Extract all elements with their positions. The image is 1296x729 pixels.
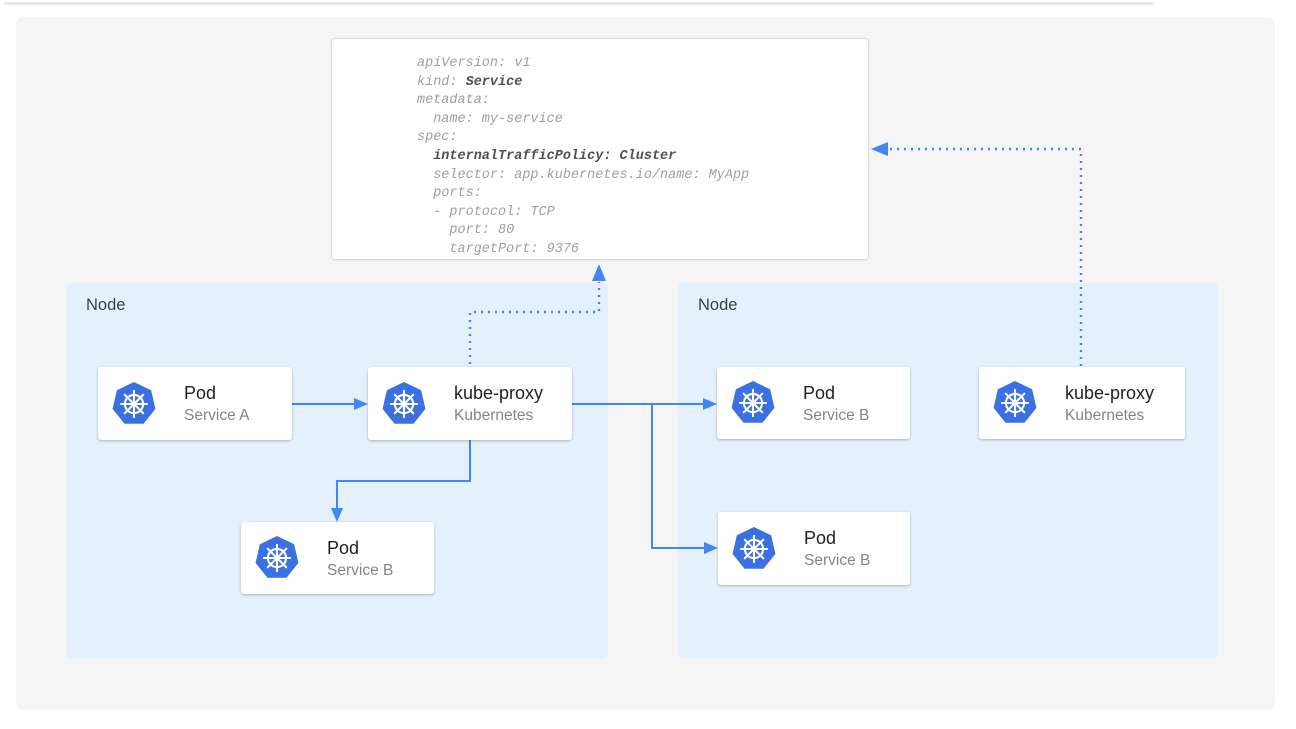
kubernetes-icon — [381, 381, 427, 427]
card-title: kube-proxy — [1065, 381, 1154, 405]
service-yaml-box: apiVersion: v1kind: Servicemetadata: nam… — [331, 38, 869, 260]
kubernetes-icon — [111, 381, 157, 427]
top-divider — [4, 2, 1154, 5]
card-subtitle: Service B — [804, 550, 870, 571]
kubernetes-icon — [992, 380, 1038, 426]
card-subtitle: Service B — [327, 560, 393, 581]
card-pod-service-b-right-bottom: Pod Service B — [718, 512, 910, 585]
card-kube-proxy-left: kube-proxy Kubernetes — [368, 367, 572, 440]
card-pod-service-b-right-top: Pod Service B — [717, 367, 910, 439]
card-title: Pod — [184, 381, 249, 405]
card-title: Pod — [803, 381, 869, 405]
yaml-code: apiVersion: v1kind: Servicemetadata: nam… — [332, 39, 868, 260]
card-title: Pod — [327, 536, 393, 560]
card-pod-service-b-left: Pod Service B — [241, 522, 434, 594]
node-left-label: Node — [86, 296, 125, 315]
card-title: Pod — [804, 526, 870, 550]
card-pod-service-a: Pod Service A — [98, 367, 292, 440]
kubernetes-icon — [731, 526, 777, 572]
card-kube-proxy-right: kube-proxy Kubernetes — [979, 367, 1185, 439]
node-right: Node — [678, 283, 1218, 659]
diagram-canvas: Node Node — [0, 0, 1296, 729]
kubernetes-icon — [730, 380, 776, 426]
card-subtitle: Kubernetes — [454, 405, 543, 426]
card-subtitle: Service B — [803, 405, 869, 426]
card-subtitle: Service A — [184, 405, 249, 426]
card-subtitle: Kubernetes — [1065, 405, 1154, 426]
node-right-label: Node — [698, 296, 737, 315]
node-left: Node — [66, 283, 608, 659]
kubernetes-icon — [254, 535, 300, 581]
card-title: kube-proxy — [454, 381, 543, 405]
